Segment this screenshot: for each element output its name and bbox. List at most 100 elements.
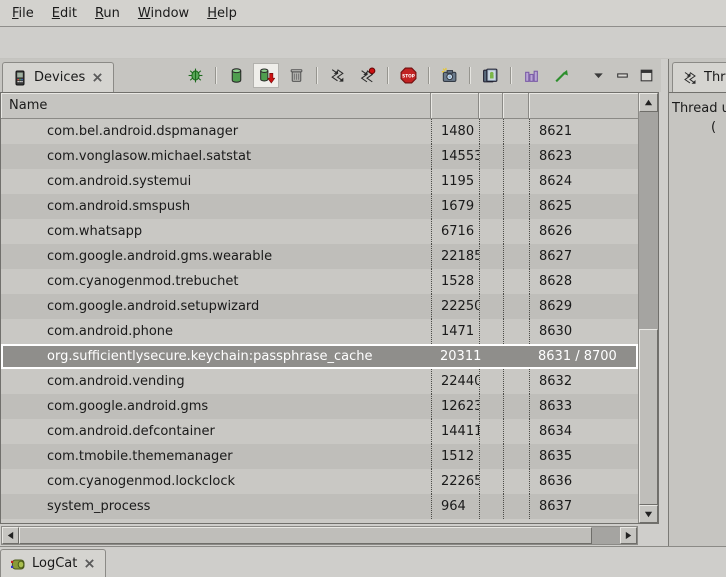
toolbar-separator: [428, 67, 429, 84]
menu-edit[interactable]: Edit: [43, 6, 86, 21]
client-name: com.cyanogenmod.trebuchet: [1, 269, 431, 294]
client-pid: 1528: [431, 269, 479, 294]
table-row[interactable]: com.tmobile.thememanager15128635: [1, 444, 638, 469]
menu-run[interactable]: Run: [86, 6, 129, 21]
toolbar-separator: [469, 67, 470, 84]
pid-column-header[interactable]: [431, 93, 479, 118]
empty-cell: [479, 419, 503, 444]
client-port: 8627: [529, 244, 638, 269]
scroll-down-button[interactable]: [639, 505, 658, 523]
devices-panel: Devices STOP Name com.bel.android.dspman…: [0, 59, 661, 546]
tab-logcat[interactable]: LogCat: [0, 549, 106, 577]
client-name: org.sufficientlysecure.keychain:passphra…: [3, 346, 433, 367]
screen-mirror-icon[interactable]: [478, 64, 502, 87]
empty-cell: [503, 419, 529, 444]
table-row[interactable]: com.whatsapp67168626: [1, 219, 638, 244]
column-header[interactable]: [503, 93, 529, 118]
name-column-header[interactable]: Name: [1, 93, 431, 118]
device-table-body: com.bel.android.dspmanager14808621com.vo…: [1, 119, 638, 523]
toolbar-separator: [387, 67, 388, 84]
empty-cell: [503, 144, 529, 169]
client-port: 8624: [529, 169, 638, 194]
table-row[interactable]: com.android.systemui11958624: [1, 169, 638, 194]
table-row[interactable]: com.cyanogenmod.lockclock222658636: [1, 469, 638, 494]
vertical-scroll-thumb[interactable]: [639, 329, 658, 505]
client-pid: 1679: [431, 194, 479, 219]
minimize-icon[interactable]: [612, 64, 632, 87]
update-threads-icon[interactable]: [325, 64, 349, 87]
toolbar-separator: [215, 67, 216, 84]
empty-cell: [479, 394, 503, 419]
client-port: 8637: [529, 494, 638, 519]
maximize-icon[interactable]: [636, 64, 656, 87]
dump-hprof-icon[interactable]: [254, 64, 278, 87]
scroll-right-button[interactable]: [620, 527, 637, 544]
table-row[interactable]: system_process964 8637: [1, 494, 638, 519]
stop-process-icon[interactable]: STOP: [396, 64, 420, 87]
devices-tabbar: Devices STOP: [0, 59, 661, 92]
debug-process-icon[interactable]: [183, 64, 207, 87]
close-icon[interactable]: [91, 71, 104, 84]
bottom-strip: LogCat: [0, 546, 726, 576]
main-area: Devices STOP Name com.bel.android.dspman…: [0, 59, 726, 546]
trend-arrow-icon[interactable]: [549, 64, 573, 87]
client-port: 8631 / 8700: [531, 346, 636, 367]
svg-text:STOP: STOP: [402, 73, 415, 79]
menu-file[interactable]: File: [3, 6, 43, 21]
empty-cell: [503, 494, 529, 519]
close-icon[interactable]: [83, 557, 96, 570]
empty-cell: [503, 119, 529, 144]
port-column-header[interactable]: [529, 93, 638, 118]
client-pid: 1480: [431, 119, 479, 144]
table-row[interactable]: com.cyanogenmod.trebuchet15288628: [1, 269, 638, 294]
table-row[interactable]: com.android.smspush16798625: [1, 194, 638, 219]
scroll-left-button[interactable]: [2, 527, 19, 544]
method-profiling-icon[interactable]: [355, 64, 379, 87]
table-row[interactable]: com.google.android.setupwizard222508629: [1, 294, 638, 319]
screen-capture-icon[interactable]: [437, 64, 461, 87]
client-port: 8623: [529, 144, 638, 169]
empty-cell: [479, 269, 503, 294]
client-pid: 22440: [431, 369, 479, 394]
client-pid: 12623: [431, 394, 479, 419]
cause-gc-icon[interactable]: [284, 64, 308, 87]
table-row[interactable]: org.sufficientlysecure.keychain:passphra…: [1, 344, 638, 369]
horizontal-scroll-thumb[interactable]: [19, 527, 592, 544]
scroll-up-button[interactable]: [639, 93, 658, 112]
empty-cell: [481, 346, 505, 367]
threads-panel: Threads Thread up(: [668, 59, 726, 546]
view-menu-icon[interactable]: [589, 64, 607, 87]
client-port: 8636: [529, 469, 638, 494]
sysinfo-bars-icon[interactable]: [519, 64, 543, 87]
client-name: com.tmobile.thememanager: [1, 444, 431, 469]
table-row[interactable]: com.android.vending224408632: [1, 369, 638, 394]
client-name: com.android.smspush: [1, 194, 431, 219]
tab-devices[interactable]: Devices: [2, 62, 114, 92]
menu-help[interactable]: Help: [198, 6, 246, 21]
update-heap-icon[interactable]: [224, 64, 248, 87]
toolbar-separator: [510, 67, 511, 84]
table-row[interactable]: com.android.defcontainer144118634: [1, 419, 638, 444]
client-name: com.google.android.setupwizard: [1, 294, 431, 319]
client-name: com.google.android.gms: [1, 394, 431, 419]
menu-window[interactable]: Window: [129, 6, 198, 21]
table-row[interactable]: com.google.android.gms126238633: [1, 394, 638, 419]
vertical-scrollbar[interactable]: [638, 93, 658, 523]
empty-cell: [479, 444, 503, 469]
client-pid: 14411: [431, 419, 479, 444]
empty-cell: [503, 469, 529, 494]
horizontal-scrollbar[interactable]: [1, 526, 638, 545]
table-row[interactable]: com.google.android.gms.wearable221858627: [1, 244, 638, 269]
threads-tabbar: Threads: [669, 59, 726, 92]
empty-cell: [479, 194, 503, 219]
client-pid: 964: [431, 494, 479, 519]
table-row[interactable]: com.vonglasow.michael.satstat145538623: [1, 144, 638, 169]
tab-threads[interactable]: Threads: [672, 62, 726, 92]
table-row[interactable]: com.android.phone14718630: [1, 319, 638, 344]
panel-sash[interactable]: [661, 59, 668, 546]
column-header[interactable]: [479, 93, 503, 118]
client-name: system_process: [1, 494, 431, 519]
table-row[interactable]: com.bel.android.dspmanager14808621: [1, 119, 638, 144]
empty-cell: [503, 444, 529, 469]
empty-cell: [503, 244, 529, 269]
